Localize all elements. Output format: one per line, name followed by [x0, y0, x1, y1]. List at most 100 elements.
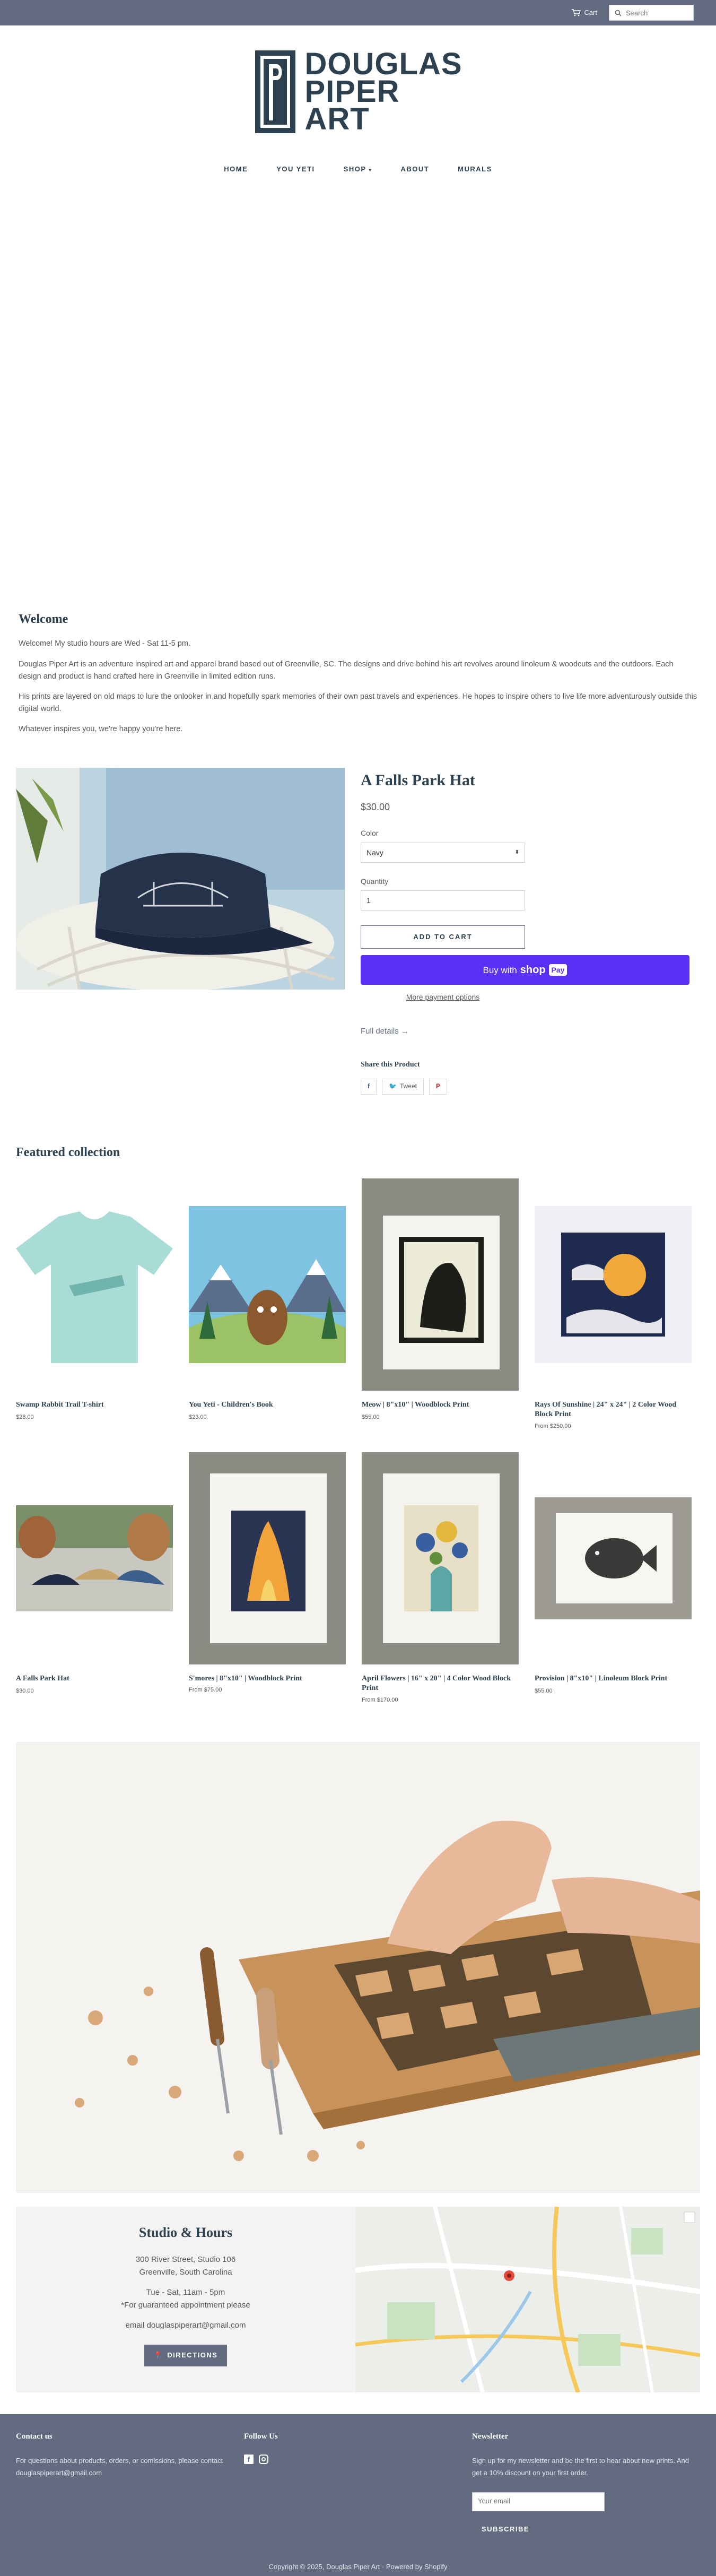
product-thumb	[189, 1178, 346, 1391]
studio-hours: Tue - Sat, 11am - 5pm	[146, 2287, 225, 2297]
map-image	[355, 2207, 700, 2393]
nav-shop[interactable]: SHOP ▾	[344, 164, 372, 175]
nav-home[interactable]: HOME	[224, 164, 248, 175]
product-card[interactable]: Provision | 8"x10" | Linoleum Block Prin…	[535, 1452, 692, 1705]
provision-print-image	[535, 1497, 692, 1620]
product-card-title: April Flowers | 16" x 20" | 4 Color Wood…	[362, 1675, 511, 1693]
facebook-icon[interactable]: f	[244, 2454, 254, 2464]
product-thumb	[535, 1178, 692, 1391]
quantity-input[interactable]: 1	[361, 890, 525, 911]
hero-slideshow-placeholder	[0, 195, 716, 609]
product-info: A Falls Park Hat $30.00 Color Navy ⬍ Qua…	[361, 768, 700, 1095]
studio-title: Studio & Hours	[138, 2225, 233, 2241]
welcome-paragraph: Whatever inspires you, we're happy you'r…	[19, 725, 183, 734]
welcome-title: Welcome	[19, 612, 68, 626]
more-payment-options-link[interactable]: More payment options	[361, 991, 525, 1003]
product-card-price: $55.00	[362, 1414, 380, 1421]
studio-address-line: Greenville, South Carolina	[139, 2267, 232, 2277]
buy-with-label: Buy with	[483, 965, 517, 975]
select-arrows-icon: ⬍	[514, 849, 519, 855]
pinterest-share-button[interactable]: P	[429, 1078, 447, 1095]
top-bar: Cart	[0, 0, 716, 25]
pay-wordmark: Pay	[548, 964, 567, 976]
search-box[interactable]	[609, 5, 694, 21]
shop-pay-button[interactable]: Buy with shop Pay	[361, 955, 689, 985]
hat-photo	[16, 767, 345, 990]
product-card-price: From $170.00	[362, 1696, 519, 1705]
product-title: A Falls Park Hat	[361, 771, 475, 789]
location-map[interactable]	[355, 2207, 700, 2393]
nav-murals[interactable]: MURALS	[458, 164, 492, 175]
logo-mark-icon	[255, 50, 295, 133]
email-placeholder: Your email	[478, 2497, 510, 2505]
product-card[interactable]: Meow | 8"x10" | Woodblock Print $55.00	[362, 1178, 519, 1431]
quantity-label: Quantity	[361, 877, 389, 886]
full-details-link[interactable]: Full details →	[361, 1025, 700, 1038]
footer-contact: Contact us For questions about products,…	[16, 2430, 244, 2535]
smores-print-image	[189, 1452, 346, 1665]
pinterest-icon: P	[435, 1082, 440, 1090]
cart-link[interactable]: Cart	[571, 7, 597, 19]
facebook-share-button[interactable]: f	[361, 1078, 377, 1095]
newsletter-email-input[interactable]: Your email	[472, 2492, 605, 2511]
welcome-paragraph: Douglas Piper Art is an adventure inspir…	[19, 660, 674, 681]
product-thumb	[535, 1452, 692, 1664]
product-card[interactable]: April Flowers | 16" x 20" | 4 Color Wood…	[362, 1452, 519, 1705]
product-thumb	[16, 1452, 173, 1664]
instagram-icon[interactable]	[259, 2454, 268, 2464]
footer-follow-title: Follow Us	[244, 2432, 278, 2441]
welcome-paragraph: Welcome! My studio hours are Wed - Sat 1…	[19, 639, 190, 648]
footer-newsletter-title: Newsletter	[472, 2432, 509, 2441]
carving-banner-image	[16, 1742, 700, 2193]
chevron-down-icon: ▾	[369, 167, 372, 173]
book-cover-image	[189, 1206, 346, 1364]
product-card-price-value: $250.00	[549, 1423, 571, 1429]
site-logo[interactable]: DOUGLAS PIPER ART	[254, 48, 462, 135]
product-card-title: You Yeti - Children's Book	[189, 1401, 273, 1409]
color-label: Color	[361, 829, 379, 838]
product-image[interactable]	[16, 767, 345, 990]
product-card[interactable]: A Falls Park Hat $30.00	[16, 1452, 173, 1705]
product-card[interactable]: S'mores | 8"x10" | Woodblock Print From …	[189, 1452, 346, 1705]
product-card-price: $30.00	[16, 1688, 34, 1695]
nav-shop-label: SHOP	[343, 165, 366, 174]
copyright: Copyright © 2025, Douglas Piper Art · Po…	[268, 2562, 448, 2571]
subscribe-button[interactable]: SUBSCRIBE	[482, 2524, 700, 2535]
site-footer: Contact us For questions about products,…	[0, 2414, 716, 2576]
featured-title: Featured collection	[16, 1145, 120, 1159]
welcome-paragraph: His prints are layered on old maps to lu…	[19, 692, 697, 714]
quantity-value: 1	[366, 896, 371, 905]
cart-icon	[572, 9, 581, 16]
studio-appointment-note: *For guaranteed appointment please	[121, 2300, 250, 2310]
nav-you-yeti[interactable]: YOU YETI	[276, 164, 315, 175]
tweet-label: Tweet	[399, 1082, 417, 1090]
product-card[interactable]: Swamp Rabbit Trail T-shirt $28.00	[16, 1178, 173, 1431]
featured-product: A Falls Park Hat $30.00 Color Navy ⬍ Qua…	[0, 767, 716, 1095]
facebook-icon: f	[368, 1082, 370, 1090]
share-title: Share this Product	[361, 1061, 420, 1069]
product-card-price: $23.00	[189, 1414, 207, 1421]
search-input[interactable]	[626, 8, 689, 17]
from-label: From	[189, 1687, 203, 1694]
nav-about[interactable]: ABOUT	[400, 164, 429, 175]
footer-follow: Follow Us f	[244, 2430, 472, 2535]
twitter-share-button[interactable]: 🐦 Tweet	[382, 1078, 424, 1095]
product-thumb	[189, 1452, 346, 1665]
product-card[interactable]: Rays Of Sunshine | 24" x 24" | 2 Color W…	[535, 1178, 692, 1431]
site-header: DOUGLAS PIPER ART HOME YOU YETI SHOP ▾ A…	[0, 25, 716, 195]
product-grid: Swamp Rabbit Trail T-shirt $28.00 You Ye…	[16, 1178, 700, 1705]
studio-hours-section: Studio & Hours 300 River Street, Studio …	[16, 2207, 700, 2393]
product-card-title: Provision | 8"x10" | Linoleum Block Prin…	[535, 1675, 668, 1683]
product-card-title: Rays Of Sunshine | 24" x 24" | 2 Color W…	[535, 1401, 677, 1419]
color-select-value: Navy	[366, 848, 383, 857]
product-card-price: From $75.00	[189, 1686, 346, 1695]
from-label: From	[535, 1423, 548, 1429]
hats-photo	[16, 1505, 173, 1612]
directions-button[interactable]: 📍 DIRECTIONS	[144, 2344, 228, 2366]
product-card-title: A Falls Park Hat	[16, 1675, 69, 1683]
product-card[interactable]: You Yeti - Children's Book $23.00	[189, 1178, 346, 1431]
rays-print-image	[535, 1206, 692, 1364]
add-to-cart-button[interactable]: ADD TO CART	[361, 925, 525, 949]
april-flowers-print-image	[362, 1452, 519, 1665]
color-select[interactable]: Navy ⬍	[361, 842, 525, 863]
